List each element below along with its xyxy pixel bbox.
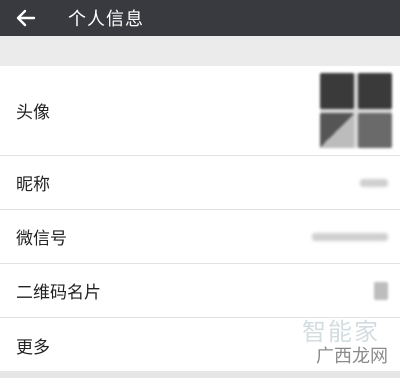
row-nickname[interactable]: 昵称 — [0, 156, 400, 210]
row-nickname-label: 昵称 — [16, 175, 50, 195]
header-gap — [0, 36, 400, 66]
avatar[interactable] — [320, 73, 392, 148]
row-avatar-label: 头像 — [16, 103, 50, 123]
back-button[interactable] — [0, 0, 52, 36]
avatar-block — [320, 73, 354, 109]
info-list: 头像 昵称 微信号 二维码名片 更多 — [0, 66, 400, 372]
row-more-label: 更多 — [16, 337, 50, 358]
bottom-bar — [0, 371, 400, 378]
row-qr-code-label: 二维码名片 — [16, 283, 101, 303]
wechat-id-value-blurred — [312, 232, 388, 241]
personal-info-page: 个人信息 头像 昵称 微信号 二维码名片 更多 智能家 广西龙网 — [0, 0, 400, 378]
top-bar: 个人信息 — [0, 0, 400, 36]
row-avatar[interactable]: 头像 — [0, 66, 400, 156]
row-qr-code[interactable]: 二维码名片 — [0, 264, 400, 318]
avatar-block — [358, 112, 392, 148]
row-more[interactable]: 更多 — [0, 318, 400, 372]
avatar-block — [320, 112, 354, 148]
nickname-value-blurred — [360, 178, 388, 187]
row-wechat-id-label: 微信号 — [16, 229, 67, 249]
qr-code-icon — [374, 281, 388, 300]
row-wechat-id[interactable]: 微信号 — [0, 210, 400, 264]
page-title: 个人信息 — [68, 9, 144, 30]
arrow-left-icon — [16, 9, 36, 27]
avatar-block — [358, 73, 392, 109]
